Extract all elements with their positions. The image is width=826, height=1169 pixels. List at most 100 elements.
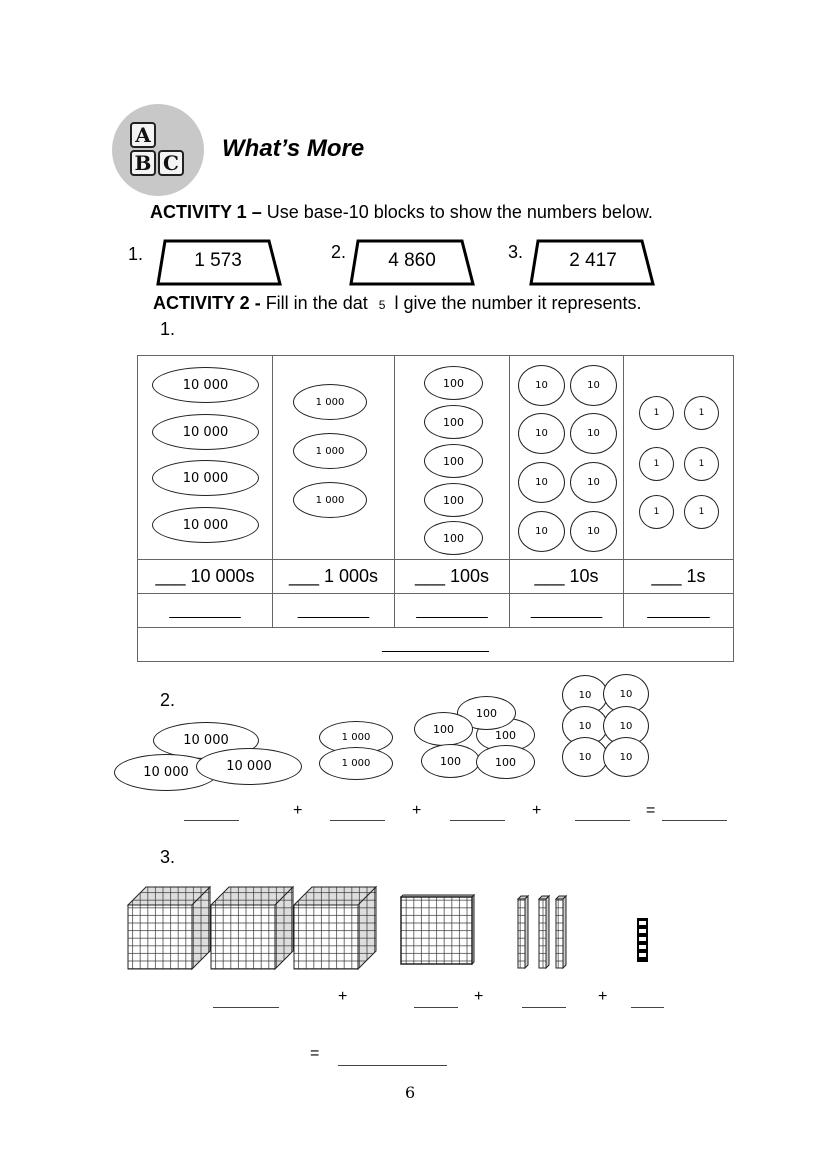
plus-sign: +	[598, 988, 608, 1005]
block-letter-b: B	[130, 150, 156, 176]
disc-100: 100	[424, 405, 483, 439]
overlay-digit: 5	[378, 298, 386, 312]
plus-sign: +	[293, 802, 303, 819]
answer-blank[interactable]	[414, 995, 458, 1008]
disc-1000: 1 000	[293, 433, 367, 469]
answer-blank[interactable]	[184, 808, 239, 821]
value-blank-tens[interactable]: ________	[509, 593, 624, 628]
disc-10000: 10 000	[152, 367, 259, 403]
activity2-item2-number: 2.	[160, 690, 176, 710]
disc-10000: 10 000	[152, 414, 259, 450]
ones-units	[637, 918, 648, 962]
disc-10000: 10 000	[152, 460, 259, 496]
thousands-cell: 1 000 1 000 1 000	[272, 355, 395, 560]
disc-10: 10	[518, 462, 565, 503]
disc-1: 1	[684, 447, 719, 481]
activity2-item3-number: 3.	[160, 847, 176, 867]
answer-blank[interactable]	[631, 995, 664, 1008]
value-blank-thousands[interactable]: ________	[272, 593, 395, 628]
activity2-text-part2: l give the number it represents.	[394, 293, 642, 313]
ten-rod	[537, 894, 551, 970]
value-blank-ten-thousands[interactable]: ________	[137, 593, 273, 628]
disc-100: 100	[424, 366, 483, 400]
disc-1: 1	[639, 447, 674, 481]
total-blank[interactable]: ____________	[137, 627, 734, 662]
answer-blank[interactable]	[330, 808, 385, 821]
disc-1: 1	[684, 396, 719, 430]
disc-10: 10	[570, 365, 617, 406]
equals-sign: =	[310, 1045, 320, 1062]
page-number: 6	[405, 1083, 416, 1102]
total-answer-blank[interactable]	[338, 1053, 447, 1066]
activity1-label: ACTIVITY 1 –	[150, 202, 262, 222]
equals-sign: =	[646, 802, 656, 819]
activity2-text-part1: Fill in the dat	[260, 293, 368, 313]
disc-10000: 10 000	[196, 748, 302, 785]
plus-sign: +	[338, 988, 348, 1005]
answer-blank[interactable]	[575, 808, 630, 821]
disc-10000: 10 000	[152, 507, 259, 543]
activity2-instruction: ACTIVITY 2 - Fill in the dat 5 l give the …	[153, 293, 642, 314]
ones-cell: 1 1 1 1 1 1	[623, 355, 734, 560]
tens-cell: 10 10 10 10 10 10 10 10	[509, 355, 624, 560]
disc-10: 10	[570, 462, 617, 503]
disc-10: 10	[518, 413, 565, 454]
answer-blank[interactable]	[522, 995, 566, 1008]
disc-10: 10	[518, 511, 565, 552]
value-blank-ones[interactable]: _______	[623, 593, 734, 628]
place-label-ten-thousands[interactable]: ___ 10 000s	[137, 559, 273, 594]
disc-100: 100	[421, 744, 480, 778]
disc-100: 100	[414, 712, 473, 746]
disc-10: 10	[562, 737, 608, 777]
place-value-table: 10 000 10 000 10 000 10 000 1 000 1 000 …	[137, 355, 734, 662]
place-label-tens[interactable]: ___ 10s	[509, 559, 624, 594]
thousand-cube	[209, 885, 295, 971]
base10-blocks-figure	[126, 885, 648, 971]
plus-sign: +	[412, 802, 422, 819]
ten-thousands-cell: 10 000 10 000 10 000 10 000	[137, 355, 273, 560]
section-title: What’s More	[222, 135, 365, 162]
abc-blocks-logo: A B C	[112, 104, 204, 196]
answer-blank[interactable]	[450, 808, 505, 821]
activity1-item1-number: 1.	[128, 244, 144, 264]
disc-1: 1	[684, 495, 719, 529]
activity1-instruction: ACTIVITY 1 – Use base-10 blocks to show …	[150, 202, 653, 223]
disc-1000: 1 000	[293, 384, 367, 420]
disc-10: 10	[603, 737, 649, 777]
activity1-text: Use base-10 blocks to show the numbers b…	[261, 202, 653, 222]
disc-10: 10	[570, 413, 617, 454]
plus-sign: +	[474, 988, 484, 1005]
activity1-item2-number: 2.	[331, 242, 347, 262]
value-blank-hundreds[interactable]: ________	[394, 593, 510, 628]
block-letter-c: C	[158, 150, 184, 176]
disc-100: 100	[424, 444, 483, 478]
disc-1: 1	[639, 495, 674, 529]
ten-rod	[516, 894, 530, 970]
place-label-thousands[interactable]: ___ 1 000s	[272, 559, 395, 594]
plus-sign: +	[532, 802, 542, 819]
disc-10: 10	[570, 511, 617, 552]
disc-1: 1	[639, 396, 674, 430]
activity2-item1-number: 1.	[160, 319, 176, 339]
activity1-item2-value: 4 860	[388, 250, 436, 271]
ten-rod	[554, 894, 568, 970]
disc-100: 100	[476, 745, 535, 779]
hundreds-cell: 100 100 100 100 100	[394, 355, 510, 560]
block-letter-a: A	[130, 122, 156, 148]
disc-10: 10	[518, 365, 565, 406]
activity2-label: ACTIVITY 2 -	[153, 293, 261, 313]
place-label-ones[interactable]: ___ 1s	[623, 559, 734, 594]
activity1-item1-value: 1 573	[194, 250, 242, 271]
disc-1000: 1 000	[293, 482, 367, 518]
thousand-cube	[126, 885, 212, 971]
answer-blank[interactable]	[662, 808, 727, 821]
thousand-cube	[292, 885, 378, 971]
answer-blank[interactable]	[213, 995, 279, 1008]
place-label-hundreds[interactable]: ___ 100s	[394, 559, 510, 594]
activity1-item3-value: 2 417	[569, 250, 617, 271]
disc-100: 100	[424, 521, 483, 555]
disc-100: 100	[424, 483, 483, 517]
hundred-flat	[399, 893, 476, 966]
activity1-item3-number: 3.	[508, 242, 524, 262]
disc-1000: 1 000	[319, 747, 393, 780]
